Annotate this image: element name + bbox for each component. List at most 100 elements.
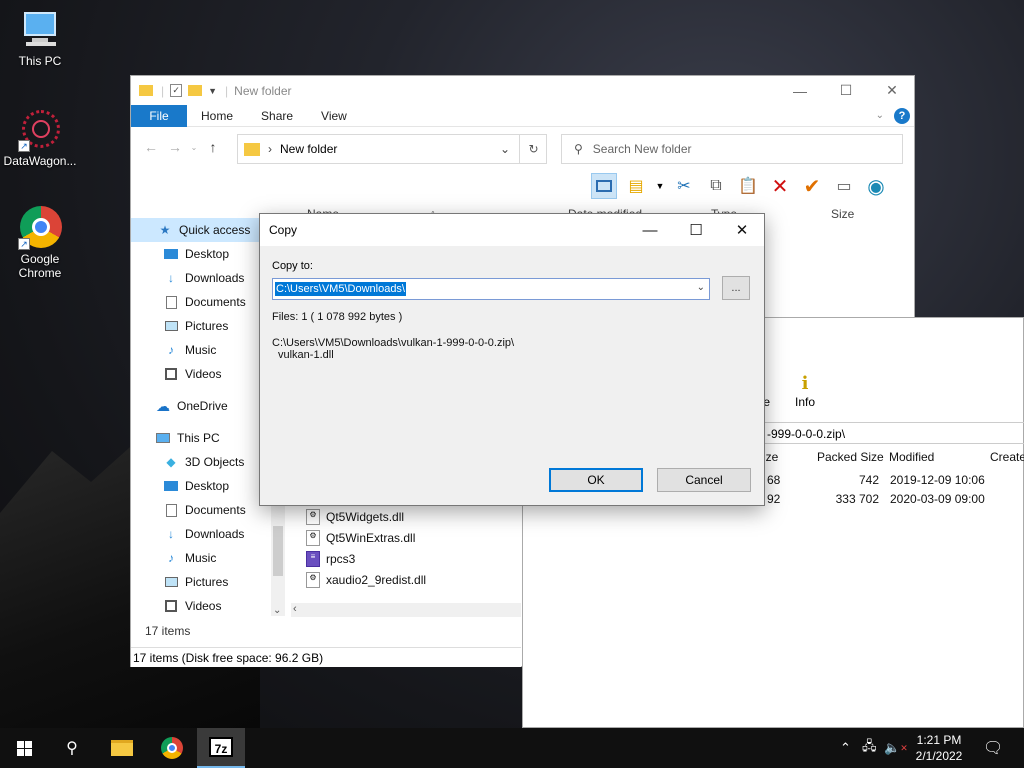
- ok-button[interactable]: OK: [549, 468, 643, 492]
- datawagon-icon: ↗: [18, 108, 62, 152]
- list-item[interactable]: ⚙ Qt5Widgets.dll: [306, 506, 426, 527]
- help-icon[interactable]: ?: [894, 107, 910, 124]
- checkmark-icon[interactable]: ✔: [799, 173, 825, 199]
- shell-icon[interactable]: ◉: [863, 173, 889, 199]
- dialog-close-button[interactable]: ✕: [719, 214, 765, 246]
- back-button[interactable]: ←: [139, 139, 163, 155]
- rename-icon[interactable]: ▭: [831, 173, 857, 199]
- column-header-size[interactable]: Size: [831, 204, 854, 224]
- videos-icon: [163, 367, 179, 381]
- properties-icon[interactable]: ✓: [170, 84, 183, 97]
- taskbar-7zip[interactable]: 7z: [197, 728, 245, 768]
- nav-pc-videos[interactable]: Videos: [131, 594, 286, 618]
- list-item[interactable]: ≡ rpcs3: [306, 548, 426, 569]
- music-icon: ♪: [168, 551, 174, 565]
- paste-icon[interactable]: 📋: [735, 173, 761, 199]
- desktop-icon-this-pc[interactable]: This PC: [0, 8, 80, 68]
- explorer-title: New folder: [234, 83, 292, 98]
- refresh-button[interactable]: ↻: [519, 134, 547, 164]
- scrollbar-thumb[interactable]: [273, 526, 283, 576]
- browse-button[interactable]: ...: [722, 276, 750, 300]
- column-header-modified[interactable]: Modified: [889, 450, 934, 468]
- search-button[interactable]: ⚲: [48, 728, 96, 768]
- close-button[interactable]: ✕: [869, 76, 915, 105]
- info-button[interactable]: i Info: [790, 373, 820, 409]
- network-icon[interactable]: 🖧: [862, 728, 877, 768]
- column-header-created[interactable]: Create: [990, 450, 1024, 468]
- dialog-maximize-button[interactable]: ☐: [673, 214, 719, 246]
- pictures-icon: [163, 319, 179, 333]
- search-input[interactable]: ⚲ Search New folder: [561, 134, 903, 164]
- copy-to-value[interactable]: C:\Users\VM5\Downloads\: [275, 282, 406, 296]
- desktop-icon-label: This PC: [18, 54, 62, 68]
- dropdown-icon[interactable]: ▼: [655, 173, 665, 199]
- chrome-icon: ↗: [18, 206, 62, 250]
- cancel-button[interactable]: Cancel: [657, 468, 751, 492]
- taskbar-file-explorer[interactable]: [98, 728, 146, 768]
- address-text: New folder: [280, 142, 338, 156]
- chrome-icon: [161, 737, 183, 759]
- clock-time: 1:21 PM: [916, 733, 962, 747]
- tab-share[interactable]: Share: [247, 109, 307, 123]
- recent-locations-icon[interactable]: ⌄: [187, 143, 201, 152]
- show-hidden-icons-button[interactable]: ⌃: [840, 728, 851, 768]
- dll-file-icon: ⚙: [306, 571, 320, 588]
- tab-view[interactable]: View: [307, 109, 361, 123]
- column-header-size[interactable]: ize: [763, 450, 778, 468]
- preview-pane-icon[interactable]: [591, 173, 617, 199]
- windows-logo-icon: [16, 740, 32, 756]
- cut-icon[interactable]: ✂: [671, 173, 697, 199]
- chevron-down-icon[interactable]: ⌄: [697, 282, 705, 293]
- dialog-title: Copy: [269, 223, 298, 237]
- info-icon: i: [801, 373, 809, 394]
- star-icon: ★: [159, 223, 171, 237]
- qat-dropdown-icon[interactable]: ▼: [208, 86, 217, 96]
- table-cell-modified: 2020-03-09 09:00: [890, 492, 985, 506]
- nav-pc-pictures[interactable]: Pictures: [131, 570, 286, 594]
- copy-icon[interactable]: ⧉: [703, 173, 729, 199]
- clock-date: 2/1/2022: [915, 749, 963, 763]
- tab-home[interactable]: Home: [187, 109, 247, 123]
- new-folder-icon[interactable]: [188, 85, 203, 96]
- source-file: vulkan-1.dll: [278, 349, 334, 361]
- chevron-up-icon: ⌃: [840, 740, 851, 755]
- horizontal-scrollbar[interactable]: ‹: [291, 603, 521, 617]
- computer-icon: [155, 431, 171, 445]
- forward-button[interactable]: →: [163, 139, 187, 155]
- videos-icon: [163, 599, 179, 613]
- clock[interactable]: 1:21 PM 2/1/2022: [900, 732, 978, 764]
- start-button[interactable]: [0, 728, 48, 768]
- notification-center-icon[interactable]: 🗨: [983, 728, 1003, 768]
- document-icon: [163, 503, 179, 517]
- chevron-right-icon: ›: [268, 142, 272, 156]
- tab-file[interactable]: File: [131, 104, 187, 127]
- maximize-button[interactable]: ☐: [823, 76, 869, 105]
- ribbon-expand-icon[interactable]: ⌄: [876, 110, 884, 121]
- address-bar[interactable]: › New folder ⌄: [237, 134, 547, 164]
- delete-icon[interactable]: ✕: [767, 173, 793, 199]
- list-item[interactable]: ⚙ Qt5WinExtras.dll: [306, 527, 426, 548]
- nav-pc-music[interactable]: ♪ Music: [131, 546, 286, 570]
- nav-pc-downloads[interactable]: ↓ Downloads: [131, 522, 286, 546]
- new-item-icon[interactable]: ▤: [623, 173, 649, 199]
- taskbar-chrome[interactable]: [148, 728, 196, 768]
- sevenzip-path[interactable]: -999-0-0-0.zip\: [765, 422, 1024, 444]
- minimize-button[interactable]: —: [777, 76, 823, 105]
- address-dropdown-icon[interactable]: ⌄: [500, 142, 510, 156]
- scroll-down-icon[interactable]: ⌄: [273, 605, 281, 616]
- dialog-minimize-button[interactable]: —: [627, 214, 673, 246]
- toolbar: ▤ ▼ ✂ ⧉ 📋 ✕ ✔ ▭ ◉: [591, 172, 889, 200]
- desktop-icon-label: DataWagon...: [3, 154, 77, 168]
- list-item[interactable]: ⚙ xaudio2_9redist.dll: [306, 569, 426, 590]
- shortcut-arrow-icon: ↗: [18, 238, 30, 250]
- scroll-left-icon[interactable]: ‹: [293, 603, 297, 615]
- column-header-packed-size[interactable]: Packed Size: [817, 450, 884, 468]
- desktop-icon: [163, 247, 179, 261]
- desktop-icon-datawagon[interactable]: ↗ DataWagon...: [0, 108, 80, 168]
- copy-to-combobox[interactable]: C:\Users\VM5\Downloads\ ⌄: [272, 278, 710, 300]
- status-bar: 17 items (Disk free space: 96.2 GB): [131, 647, 521, 667]
- desktop-icon-google-chrome[interactable]: ↗ Google Chrome: [0, 206, 80, 280]
- sevenzip-icon: 7z: [209, 737, 233, 757]
- up-button[interactable]: ↑: [201, 139, 225, 155]
- table-cell-packed: 333 702: [835, 492, 879, 506]
